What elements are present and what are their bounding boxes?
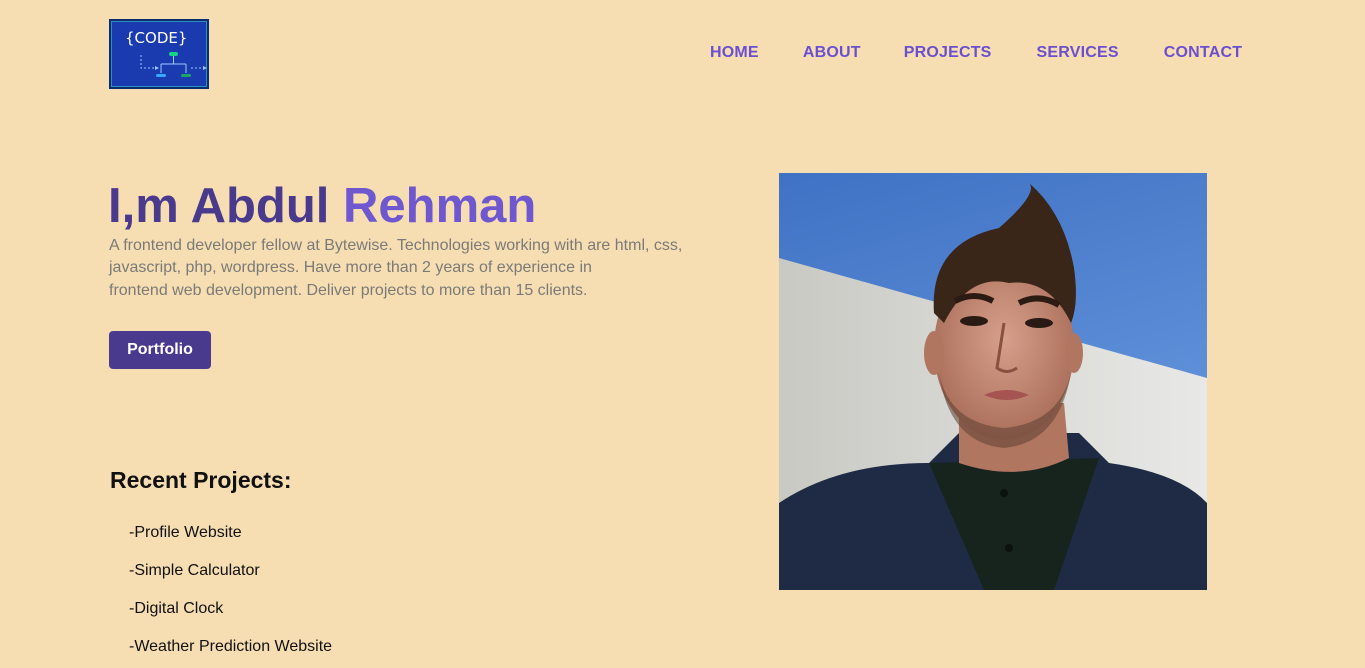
page: {CODE} HOME ABOUT PROJECTS SERVICES CONT… [0,0,1365,668]
hero-title-prefix: I,m Abdul [108,179,343,233]
list-item: -Profile Website [129,524,242,541]
list-item: -Weather Prediction Website [129,638,333,655]
nav-projects[interactable]: PROJECTS [904,44,992,62]
profile-photo [779,173,1207,590]
hero-description-line: A frontend developer fellow at Bytewise.… [109,237,683,254]
hero-title: I,m Abdul Rehman [108,178,536,234]
hero-description-line: frontend web development. Deliver projec… [109,281,588,299]
hero-description-line: javascript, php, wordpress. Have more th… [109,259,592,277]
flowchart-icon [140,52,207,77]
site-logo[interactable]: {CODE} [109,19,209,89]
profile-portrait-illustration [779,173,1207,590]
nav-contact[interactable]: CONTACT [1164,44,1242,62]
recent-projects-list: -Profile Website -Simple Calculator -Dig… [129,523,332,668]
hero-title-accent: Rehman [343,179,537,233]
nav-services[interactable]: SERVICES [1037,44,1119,62]
list-item: -Simple Calculator [129,562,260,579]
portfolio-button[interactable]: Portfolio [109,331,211,369]
nav-home[interactable]: HOME [710,44,759,62]
nav-about[interactable]: ABOUT [803,44,861,62]
list-item: -Digital Clock [129,600,224,617]
hero-description: A frontend developer fellow at Bytewise.… [109,235,699,302]
main-nav: HOME ABOUT PROJECTS SERVICES CONTACT [710,44,1242,62]
recent-projects-title: Recent Projects: [110,467,292,493]
